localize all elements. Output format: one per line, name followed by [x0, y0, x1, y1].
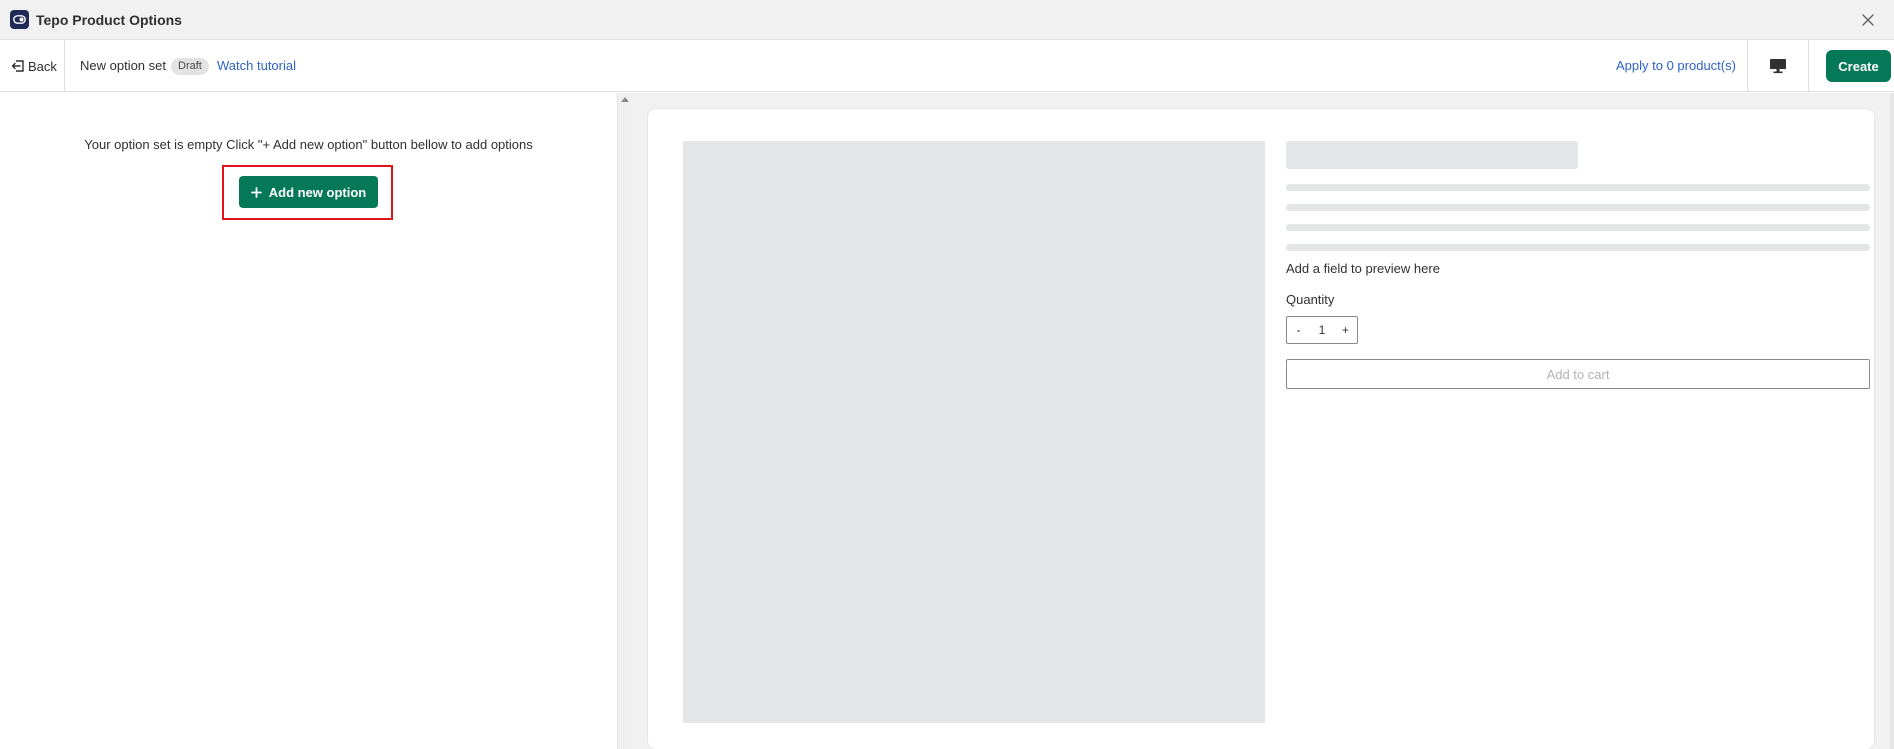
preview-hint-text: Add a field to preview here [1286, 261, 1440, 276]
window-titlebar: Tepo Product Options [0, 0, 1894, 40]
option-editor-panel: Your option set is empty Click "+ Add ne… [0, 93, 617, 749]
empty-state-message: Your option set is empty Click "+ Add ne… [84, 137, 533, 152]
scroll-up-arrow-icon[interactable] [621, 97, 629, 102]
back-label: Back [28, 58, 57, 74]
add-new-option-button[interactable]: Add new option [239, 176, 378, 208]
quantity-value[interactable]: 1 [1310, 323, 1333, 337]
editor-scrollbar[interactable] [617, 93, 632, 749]
window-right-edge [1890, 93, 1894, 749]
apply-to-products-link[interactable]: Apply to 0 product(s) [1616, 57, 1736, 75]
preview-panel: Add a field to preview here Quantity - 1… [632, 93, 1894, 749]
watch-tutorial-link[interactable]: Watch tutorial [217, 57, 296, 75]
skeleton-line [1286, 244, 1870, 251]
skeleton-title [1286, 141, 1578, 169]
skeleton-line [1286, 224, 1870, 231]
add-to-cart-button[interactable]: Add to cart [1286, 359, 1870, 389]
quantity-decrement-button[interactable]: - [1287, 323, 1310, 337]
desktop-monitor-icon [1770, 59, 1786, 74]
skeleton-line [1286, 184, 1870, 191]
window-title: Tepo Product Options [36, 12, 182, 28]
quantity-increment-button[interactable]: + [1334, 323, 1357, 337]
close-button[interactable] [1856, 8, 1880, 32]
plus-icon [250, 186, 262, 198]
product-preview-card: Add a field to preview here Quantity - 1… [648, 109, 1874, 749]
status-badge: Draft [171, 58, 209, 75]
quantity-label: Quantity [1286, 292, 1335, 307]
product-image-placeholder [683, 141, 1265, 723]
back-button[interactable]: Back [0, 40, 65, 92]
create-button[interactable]: Create [1826, 50, 1891, 82]
add-new-option-label: Add new option [268, 184, 367, 200]
app-logo-icon [10, 10, 29, 29]
exit-arrow-icon [11, 60, 24, 72]
option-set-name: New option set [80, 58, 166, 73]
device-preview-button[interactable] [1747, 40, 1809, 92]
editor-toolbar: Back New option set Draft Watch tutorial… [0, 40, 1894, 92]
close-icon [1862, 14, 1874, 26]
skeleton-line [1286, 204, 1870, 211]
quantity-stepper: - 1 + [1286, 316, 1358, 344]
